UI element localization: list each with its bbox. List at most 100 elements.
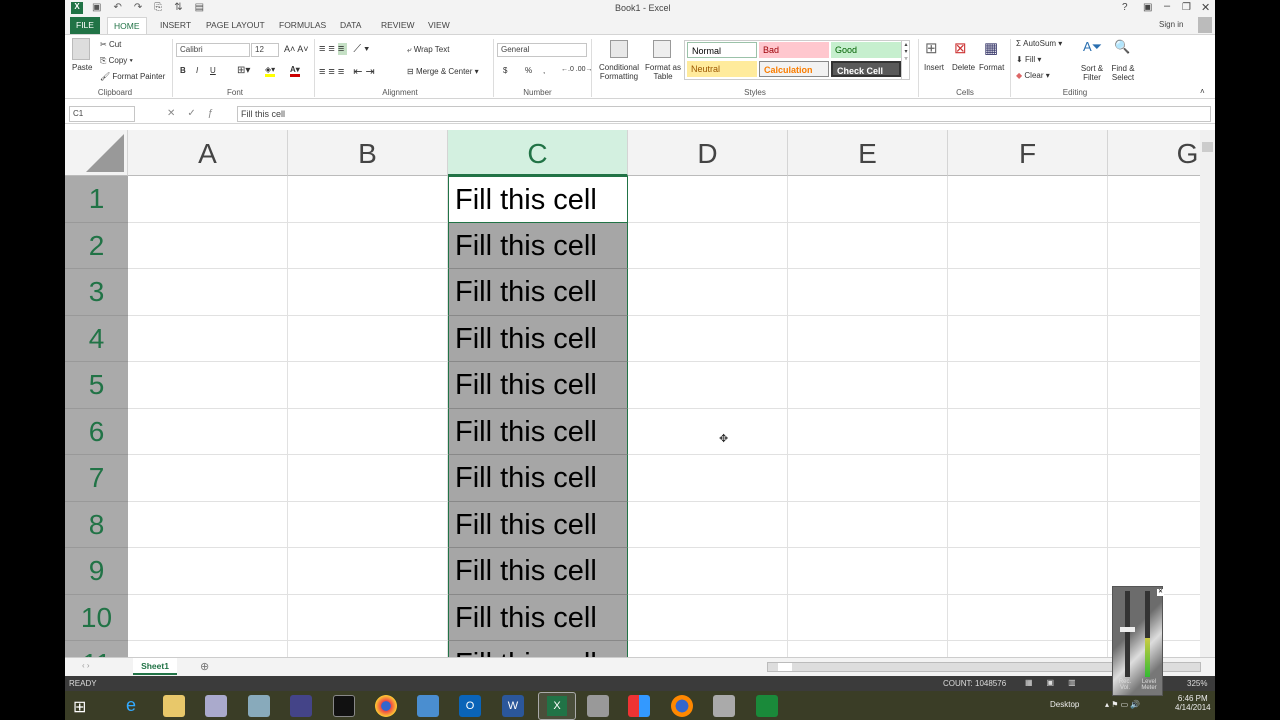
minimize-button[interactable]: – (1164, 0, 1170, 12)
rec-vol-slider-thumb[interactable] (1120, 627, 1135, 632)
row-header-7[interactable]: 7 (65, 455, 128, 502)
cell-d10[interactable] (628, 594, 788, 641)
insert-cells-button[interactable]: Insert (924, 63, 944, 72)
cell-a10[interactable] (128, 594, 288, 641)
style-check-cell[interactable]: Check Cell (831, 61, 901, 77)
cell-e11[interactable] (788, 641, 948, 657)
format-cells-icon[interactable]: ▦ (984, 39, 998, 57)
cell-d7[interactable] (628, 455, 788, 502)
user-avatar-icon[interactable] (1198, 17, 1212, 33)
cell-a11[interactable] (128, 641, 288, 657)
cell-e9[interactable] (788, 548, 948, 595)
row-header-4[interactable]: 4 (65, 315, 128, 362)
format-painter-button[interactable]: 🖌 Format Painter (100, 72, 165, 81)
cell-d5[interactable] (628, 362, 788, 409)
cell-f6[interactable] (948, 408, 1108, 455)
help-icon[interactable]: ? (1122, 2, 1128, 13)
outlook-icon[interactable]: O (459, 695, 481, 717)
tab-view[interactable]: VIEW (422, 17, 456, 34)
clock[interactable]: 6:46 PM 4/14/2014 (1175, 694, 1211, 712)
tab-formulas[interactable]: FORMULAS (273, 17, 332, 34)
row-header-1[interactable]: 1 (65, 176, 128, 223)
percent-button[interactable]: % (525, 66, 532, 75)
column-header-f[interactable]: F (948, 130, 1108, 176)
restore-button[interactable]: ❐ (1182, 2, 1191, 13)
cell-a2[interactable] (128, 222, 288, 269)
font-size-select[interactable]: 12 (251, 43, 279, 57)
cell-g2[interactable] (1108, 223, 1200, 269)
cell-c7[interactable]: Fill this cell (448, 455, 628, 502)
cell-b4[interactable] (288, 315, 448, 362)
tab-data[interactable]: DATA (334, 17, 367, 34)
conditional-formatting-button[interactable]: Conditional Formatting (595, 63, 643, 81)
cell-f9[interactable] (948, 548, 1108, 595)
paste-icon[interactable] (72, 38, 90, 60)
cell-a7[interactable] (128, 455, 288, 502)
format-as-table-button[interactable]: Format as Table (643, 63, 683, 81)
rec-vol-slider-track[interactable] (1125, 591, 1130, 677)
ie-icon[interactable]: e (120, 695, 142, 717)
underline-button[interactable]: U (210, 66, 216, 75)
cell-g6[interactable] (1108, 409, 1200, 455)
cell-b10[interactable] (288, 594, 448, 641)
cell-d8[interactable] (628, 501, 788, 548)
clear-button[interactable]: ◆ Clear ▾ (1016, 71, 1050, 80)
style-good[interactable]: Good (831, 42, 901, 58)
cell-f2[interactable] (948, 222, 1108, 269)
cell-c8[interactable]: Fill this cell (448, 501, 628, 548)
cell-b8[interactable] (288, 501, 448, 548)
cell-f7[interactable] (948, 455, 1108, 502)
cell-f1[interactable] (948, 176, 1108, 223)
start-button-icon[interactable]: ⊞ (73, 697, 86, 717)
cell-g1[interactable] (1108, 176, 1200, 223)
cell-f5[interactable] (948, 362, 1108, 409)
cell-f4[interactable] (948, 315, 1108, 362)
store-icon[interactable] (756, 695, 778, 717)
cell-c2[interactable]: Fill this cell (448, 222, 628, 269)
vertical-align-icons[interactable]: ≡≡≡ ⟋▾ (319, 43, 372, 56)
select-all-corner[interactable] (65, 130, 128, 176)
command-prompt-icon[interactable] (333, 695, 355, 717)
cell-a4[interactable] (128, 315, 288, 362)
collapse-ribbon-icon[interactable]: ˄ (1200, 87, 1205, 96)
conditional-formatting-icon[interactable] (610, 40, 628, 58)
cell-a3[interactable] (128, 269, 288, 316)
style-bad[interactable]: Bad (759, 42, 829, 58)
cell-c9[interactable]: Fill this cell (448, 548, 628, 595)
cell-g7[interactable] (1108, 455, 1200, 502)
quick-access-toolbar[interactable]: ▣↶↷⎘⇅▤ (92, 2, 216, 13)
cell-e1[interactable] (788, 176, 948, 223)
cell-b7[interactable] (288, 455, 448, 502)
cell-c4[interactable]: Fill this cell (448, 315, 628, 362)
formula-cancel-enter-fx-icons[interactable]: ✕✓ƒ (167, 108, 225, 119)
style-calculation[interactable]: Calculation (759, 61, 829, 77)
cell-f8[interactable] (948, 501, 1108, 548)
cell-e10[interactable] (788, 594, 948, 641)
cell-e4[interactable] (788, 315, 948, 362)
font-color-icon[interactable]: A▾ (290, 65, 300, 77)
tray-icons[interactable]: ▴ ⚑ ▭ 🔊 (1105, 700, 1140, 709)
cell-c3[interactable]: Fill this cell (448, 269, 628, 316)
cut-button[interactable]: ✂ Cut (100, 40, 121, 49)
ribbon-display-icon[interactable]: ▣ (1143, 2, 1152, 13)
cell-a6[interactable] (128, 408, 288, 455)
cell-e2[interactable] (788, 222, 948, 269)
column-header-g[interactable]: G (1108, 130, 1200, 176)
chrome-icon[interactable] (375, 695, 397, 717)
style-neutral[interactable]: Neutral (687, 61, 757, 77)
cell-e8[interactable] (788, 501, 948, 548)
tab-file[interactable]: FILE (70, 17, 100, 34)
cell-d4[interactable] (628, 315, 788, 362)
row-header-11[interactable]: 11 (65, 641, 128, 657)
cell-c1[interactable]: Fill this cell (448, 176, 628, 223)
column-header-c[interactable]: C (448, 130, 628, 176)
column-header-a[interactable]: A (128, 130, 288, 176)
row-header-5[interactable]: 5 (65, 362, 128, 409)
cell-a8[interactable] (128, 501, 288, 548)
format-cells-button[interactable]: Format (979, 63, 1004, 72)
style-normal[interactable]: Normal (687, 42, 757, 58)
cell-b3[interactable] (288, 269, 448, 316)
horizontal-align-icons[interactable]: ≡≡≡ ⇤⇥ (319, 65, 378, 78)
copy-button[interactable]: ⎘ Copy ▾ (100, 56, 133, 66)
row-header-8[interactable]: 8 (65, 501, 128, 548)
